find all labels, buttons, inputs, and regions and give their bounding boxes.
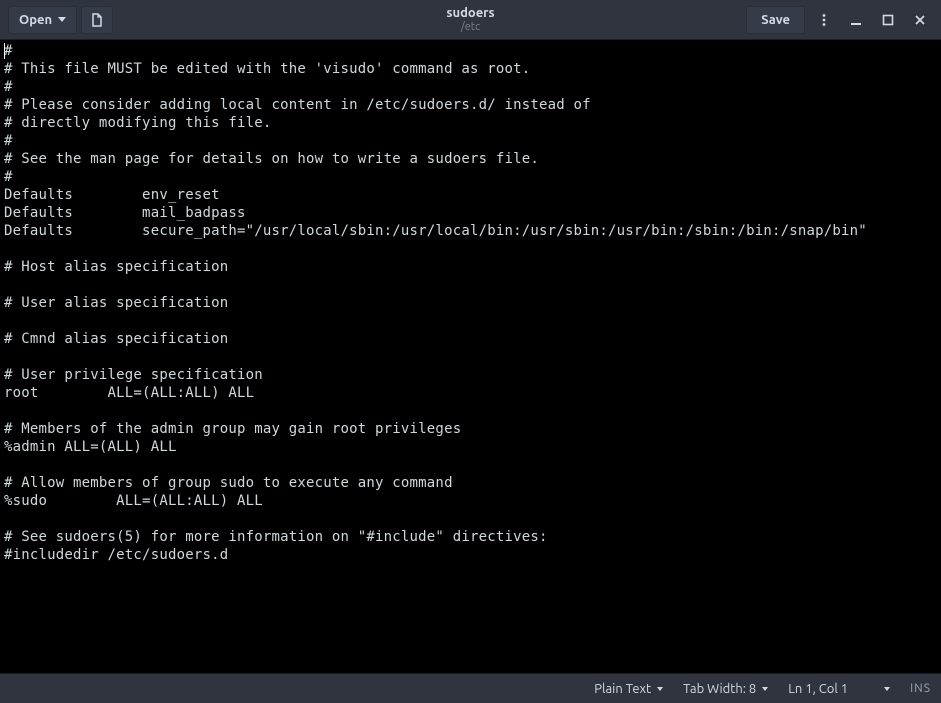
open-button[interactable]: Open	[8, 6, 77, 34]
maximize-icon	[882, 14, 894, 26]
new-document-icon	[89, 12, 105, 28]
tab-width-label: Tab Width: 8	[683, 682, 756, 696]
syntax-label: Plain Text	[594, 682, 651, 696]
chevron-down-icon	[657, 687, 663, 691]
hamburger-menu-button[interactable]	[811, 7, 837, 33]
minimize-icon	[850, 14, 862, 26]
editor-content: # # This file MUST be edited with the 'v…	[4, 43, 867, 563]
cursor-position-selector[interactable]: Ln 1, Col 1	[788, 682, 890, 696]
open-button-label: Open	[19, 13, 52, 27]
new-document-button[interactable]	[81, 6, 113, 34]
syntax-selector[interactable]: Plain Text	[594, 682, 663, 696]
cursor-position-label: Ln 1, Col 1	[788, 682, 848, 696]
title-filename: sudoers	[446, 6, 494, 20]
title-block: sudoers /etc	[446, 6, 494, 32]
close-icon	[914, 14, 926, 26]
titlebar: Open sudoers /etc Save	[0, 0, 941, 40]
chevron-down-icon	[884, 687, 890, 691]
save-button-label: Save	[761, 13, 790, 27]
insert-mode-indicator[interactable]: INS	[910, 682, 931, 695]
chevron-down-icon	[762, 687, 768, 691]
maximize-button[interactable]	[875, 7, 901, 33]
editor-area[interactable]: # # This file MUST be edited with the 'v…	[0, 40, 941, 673]
statusbar: Plain Text Tab Width: 8 Ln 1, Col 1 INS	[0, 673, 941, 703]
minimize-button[interactable]	[843, 7, 869, 33]
close-button[interactable]	[907, 7, 933, 33]
kebab-menu-icon	[817, 13, 831, 27]
tab-width-selector[interactable]: Tab Width: 8	[683, 682, 768, 696]
save-button[interactable]: Save	[746, 6, 805, 34]
title-directory: /etc	[446, 21, 494, 33]
chevron-down-icon	[58, 17, 66, 22]
